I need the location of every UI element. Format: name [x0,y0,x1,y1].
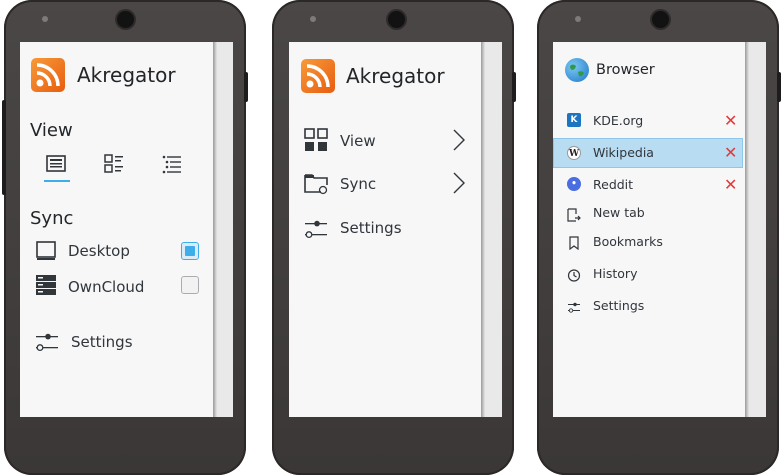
history-icon [567,267,581,282]
rss-icon [301,59,335,93]
action-bookmarks-label: Bookmarks [593,234,663,249]
rss-icon [31,58,65,92]
view-grid-icon [304,128,328,152]
power-button [244,72,248,102]
action-settings-label: Settings [593,298,645,313]
close-icon[interactable]: ✕ [724,113,737,129]
server-icon [35,274,57,296]
tab-reddit[interactable]: • Reddit ✕ [553,170,743,200]
detail-view-icon[interactable] [161,153,183,175]
screen-3: Browser K KDE.org ✕ W Wikipedia ✕ • Redd… [553,42,766,417]
tab-wikipedia[interactable]: W Wikipedia ✕ [553,138,743,168]
content-area [485,42,502,417]
power-button [777,72,781,102]
phone-frame-1: Akregator View Sync Desktop OwnCloud Set… [2,0,248,475]
close-icon[interactable]: ✕ [724,177,737,193]
desktop-icon [35,240,57,262]
proximity-sensor [310,16,316,22]
phone-frame-2: Akregator View Sync Settings [272,0,516,475]
content-area [217,42,233,417]
folder-sync-icon [304,171,328,195]
tab-reddit-label: Reddit [593,177,634,192]
tab-kde[interactable]: K KDE.org ✕ [553,106,743,136]
grid-view-icon[interactable] [103,153,125,175]
tab-kde-label: KDE.org [593,113,644,128]
content-area [749,42,766,417]
app-title: Akregator [77,63,176,87]
new-tab-icon [567,207,581,222]
screen-2: Akregator View Sync Settings [289,42,502,417]
list-view-icon[interactable] [45,153,67,175]
kde-icon: K [567,113,581,127]
reddit-icon: • [567,177,581,191]
screen-1: Akregator View Sync Desktop OwnCloud Set… [20,42,233,417]
chevron-right-icon [452,128,466,152]
sync-item-owncloud-label: OwnCloud [68,278,145,296]
phone-frame-3: Browser K KDE.org ✕ W Wikipedia ✕ • Redd… [537,0,781,475]
action-history-label: History [593,266,638,281]
app-title: Browser [596,62,655,78]
power-button [512,72,516,102]
browser-globe-icon [565,58,589,82]
tab-wikipedia-label: Wikipedia [593,145,654,160]
navigation-drawer: Akregator View [289,42,481,417]
navigation-drawer: Browser K KDE.org ✕ W Wikipedia ✕ • Redd… [553,42,745,417]
volume-button [2,100,6,195]
action-new-tab-label: New tab [593,205,645,220]
bookmark-icon [567,235,581,251]
settings-sliders-icon [304,217,328,241]
sync-heading: Sync [30,208,74,229]
desktop-checkbox[interactable] [181,242,199,260]
menu-item-sync-label: Sync [340,175,377,193]
wikipedia-icon: W [567,146,581,160]
settings-sliders-icon [35,330,59,354]
menu-item-settings-label: Settings [340,219,402,237]
chevron-right-icon [452,171,466,195]
sync-item-desktop-label: Desktop [68,242,130,260]
action-history[interactable]: History [553,259,743,289]
proximity-sensor [42,16,48,22]
app-title: Akregator [346,64,445,88]
menu-item-view-label: View [340,132,376,150]
front-camera [388,11,405,28]
navigation-drawer: Akregator View [20,42,213,417]
action-bookmarks[interactable]: Bookmarks [553,228,743,258]
close-icon[interactable]: ✕ [724,145,737,161]
owncloud-checkbox[interactable] [181,276,199,294]
settings-label[interactable]: Settings [71,333,133,351]
front-camera [652,11,669,28]
selected-view-indicator [44,180,70,182]
action-settings[interactable]: Settings [553,291,743,321]
action-new-tab[interactable]: New tab [553,199,743,229]
view-heading: View [30,120,73,141]
proximity-sensor [575,16,581,22]
front-camera [117,11,134,28]
settings-sliders-icon [567,299,581,313]
